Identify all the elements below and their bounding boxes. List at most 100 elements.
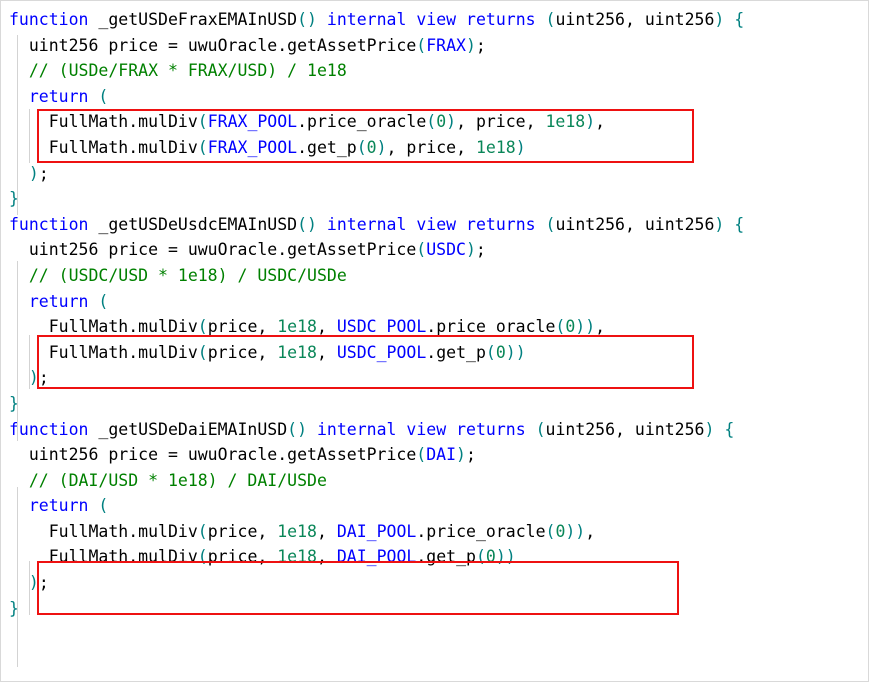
code-token-plain: .get_p bbox=[426, 342, 486, 362]
code-line[interactable]: FullMath.mulDiv(price, 1e18, USDC_POOL.g… bbox=[1, 340, 868, 366]
code-token-plain: price bbox=[207, 521, 258, 541]
code-token-kw: returns bbox=[456, 419, 526, 439]
code-token-plain: .get_p bbox=[416, 547, 476, 567]
code-line[interactable]: FullMath.mulDiv(price, 1e18, USDC_POOL.p… bbox=[1, 314, 868, 340]
code-line[interactable]: FullMath.mulDiv(price, 1e18, DAI_POOL.pr… bbox=[1, 519, 868, 545]
code-token-punc: ) bbox=[704, 419, 715, 439]
code-line[interactable]: return ( bbox=[1, 493, 868, 519]
code-line[interactable]: uint256 price = uwuOracle.getAssetPrice(… bbox=[1, 442, 868, 468]
code-token-punc: ) bbox=[465, 240, 476, 260]
code-token-punc: { bbox=[734, 214, 745, 234]
code-token-num: 0 bbox=[495, 342, 506, 362]
indent-guide bbox=[29, 335, 30, 389]
code-line[interactable]: FullMath.mulDiv(FRAX_POOL.price_oracle(0… bbox=[1, 109, 868, 135]
code-token-const: USDC_POOL bbox=[336, 342, 427, 362]
code-token-punc: ( bbox=[197, 112, 208, 132]
code-token-punc: { bbox=[734, 10, 745, 29]
indent-guide bbox=[17, 35, 18, 215]
code-token-plain: ; bbox=[475, 35, 486, 55]
code-token-const: FRAX bbox=[426, 35, 466, 55]
code-token-plain: FullMath.mulDiv bbox=[48, 521, 198, 541]
indent-guide bbox=[29, 109, 30, 163]
code-token-fnname: _getUSDeDaiEMAInUSD bbox=[98, 419, 288, 439]
code-line[interactable]: return ( bbox=[1, 84, 868, 110]
code-line[interactable]: } bbox=[1, 596, 868, 622]
code-token-plain: uint256 price = uwuOracle.getAssetPrice bbox=[28, 445, 417, 465]
code-token-kw: view bbox=[416, 214, 457, 234]
code-line[interactable]: uint256 price = uwuOracle.getAssetPrice(… bbox=[1, 33, 868, 59]
code-token-plain: .get_p bbox=[297, 137, 357, 157]
indent-guide bbox=[17, 261, 18, 441]
code-token-punc: ( bbox=[416, 445, 427, 465]
code-token-punc: ( bbox=[197, 342, 208, 362]
code-token-cmt: // (USDe/FRAX * FRAX/USD) / 1e18 bbox=[28, 61, 347, 81]
code-line[interactable]: // (USDC/USD * 1e18) / USDC/USDe bbox=[1, 263, 868, 289]
code-token-cmt: // (USDC/USD * 1e18) / USDC/USDe bbox=[28, 265, 347, 285]
code-token-kw: internal bbox=[326, 214, 407, 234]
code-line[interactable]: function _getUSDeFraxEMAInUSD() internal… bbox=[1, 7, 868, 33]
code-line[interactable]: uint256 price = uwuOracle.getAssetPrice(… bbox=[1, 237, 868, 263]
code-line[interactable]: ); bbox=[1, 570, 868, 596]
code-token-kw: internal bbox=[316, 419, 397, 439]
code-line[interactable]: ); bbox=[1, 365, 868, 391]
code-token-const: FRAX_POOL bbox=[207, 137, 298, 157]
code-token-punc: )) bbox=[495, 547, 516, 567]
code-snippet-viewer[interactable]: function _getUSDeFraxEMAInUSD() internal… bbox=[0, 0, 869, 682]
code-token-plain: price bbox=[406, 137, 457, 157]
code-token-const: USDC bbox=[426, 240, 466, 260]
code-token-kw: function bbox=[9, 419, 89, 439]
code-line[interactable]: ); bbox=[1, 161, 868, 187]
code-token-plain: , bbox=[317, 342, 337, 362]
code-line[interactable]: FullMath.mulDiv(FRAX_POOL.get_p(0), pric… bbox=[1, 135, 868, 161]
code-token-punc: ) bbox=[465, 35, 476, 55]
code-token-plain: , bbox=[595, 317, 606, 337]
code-line[interactable]: } bbox=[1, 391, 868, 417]
code-token-num: 1e18 bbox=[475, 137, 516, 157]
code-token-num: 1e18 bbox=[277, 547, 317, 567]
code-token-plain: , bbox=[317, 521, 337, 541]
code-line[interactable]: FullMath.mulDiv(price, 1e18, DAI_POOL.ge… bbox=[1, 544, 868, 570]
code-token-punc: )) bbox=[575, 317, 596, 337]
code-token-num: 0 bbox=[366, 137, 377, 157]
code-token-punc: ) bbox=[28, 573, 39, 593]
code-token-punc: ( bbox=[356, 137, 367, 157]
code-body[interactable]: function _getUSDeFraxEMAInUSD() internal… bbox=[1, 7, 868, 621]
code-token-fnname: _getUSDeUsdcEMAInUSD bbox=[98, 214, 298, 234]
code-line[interactable]: // (USDe/FRAX * FRAX/USD) / 1e18 bbox=[1, 58, 868, 84]
code-token-plain: price bbox=[207, 317, 258, 337]
code-token-num: 0 bbox=[436, 112, 447, 132]
code-token-cmt: // (DAI/USD * 1e18) / DAI/USDe bbox=[28, 470, 327, 490]
code-line[interactable]: return ( bbox=[1, 289, 868, 315]
code-token-punc: ) bbox=[515, 137, 526, 157]
code-token-plain: , bbox=[257, 342, 278, 362]
code-line[interactable]: function _getUSDeDaiEMAInUSD() internal … bbox=[1, 417, 868, 443]
code-line[interactable]: } bbox=[1, 186, 868, 212]
code-token-punc: ( bbox=[98, 86, 109, 106]
code-line[interactable]: // (DAI/USD * 1e18) / DAI/USDe bbox=[1, 468, 868, 494]
code-token-plain: ; bbox=[38, 163, 49, 183]
indent-guide bbox=[17, 487, 18, 667]
code-token-punc: ( bbox=[98, 291, 109, 311]
code-token-plain: , bbox=[595, 112, 606, 132]
code-token-punc: ( bbox=[197, 547, 208, 567]
code-line[interactable]: function _getUSDeUsdcEMAInUSD() internal… bbox=[1, 212, 868, 238]
code-token-plain: uint256 price = uwuOracle.getAssetPrice bbox=[28, 35, 417, 55]
code-token-num: 0 bbox=[565, 317, 576, 337]
